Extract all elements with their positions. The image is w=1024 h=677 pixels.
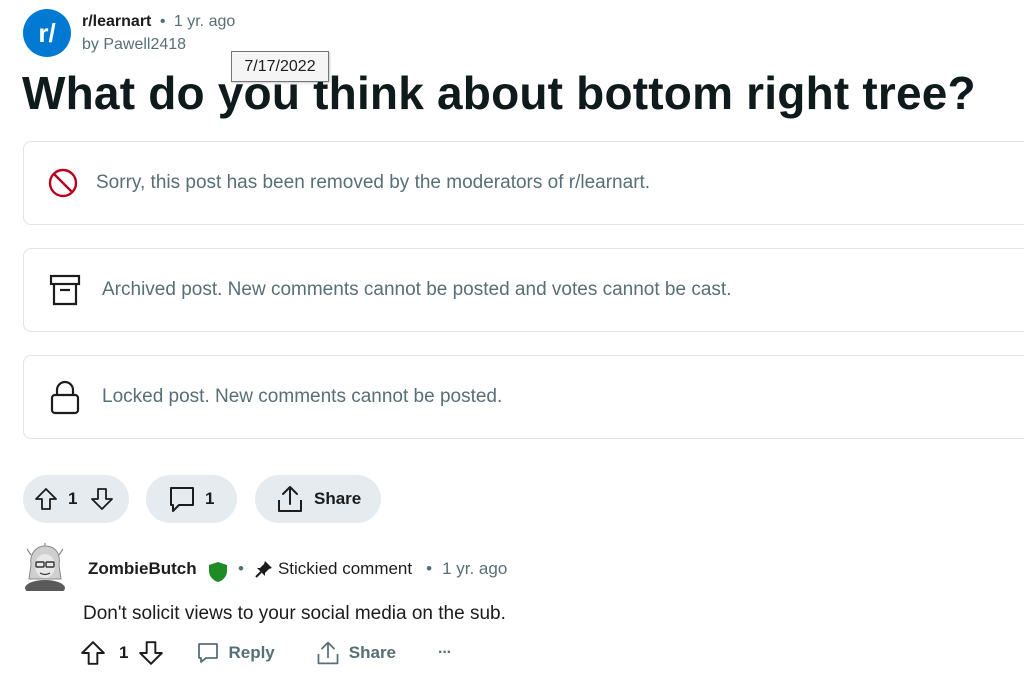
subreddit-avatar[interactable]: r/ bbox=[23, 9, 71, 57]
commenter-avatar[interactable] bbox=[23, 543, 67, 596]
more-options-icon: ··· bbox=[438, 644, 452, 661]
post-meta: r/learnart • 1 yr. ago bbox=[82, 12, 235, 32]
date-tooltip: 7/17/2022 bbox=[231, 51, 329, 82]
reply-button[interactable]: Reply bbox=[196, 641, 275, 665]
share-label: Share bbox=[314, 489, 362, 508]
locked-notice-text: Locked post. New comments cannot be post… bbox=[102, 386, 503, 407]
comment-count: 1 bbox=[205, 489, 215, 508]
locked-notice: Locked post. New comments cannot be post… bbox=[23, 355, 1024, 439]
vote-bar: 1 bbox=[23, 475, 129, 523]
upvote-icon[interactable] bbox=[34, 487, 58, 511]
subreddit-link[interactable]: r/learnart bbox=[82, 13, 151, 30]
post-age[interactable]: 1 yr. ago bbox=[174, 13, 235, 30]
removed-notice: Sorry, this post has been removed by the… bbox=[23, 141, 1024, 225]
comment-body: Don't solicit views to your social media… bbox=[83, 603, 506, 624]
comment-actions: 1 Reply Share ··· bbox=[80, 637, 452, 669]
comment-meta-separator: • bbox=[426, 559, 433, 578]
archived-notice-text: Archived post. New comments cannot be po… bbox=[102, 279, 732, 300]
comment-age[interactable]: 1 yr. ago bbox=[442, 559, 507, 579]
archive-icon bbox=[48, 273, 82, 307]
subreddit-avatar-text: r/ bbox=[38, 17, 56, 48]
comments-button[interactable]: 1 bbox=[146, 475, 237, 523]
removed-notice-text: Sorry, this post has been removed by the… bbox=[96, 172, 651, 193]
stickied-label: Stickied comment bbox=[277, 559, 413, 578]
share-button[interactable]: Share bbox=[255, 475, 381, 523]
lock-icon bbox=[48, 380, 82, 415]
reply-icon bbox=[196, 641, 220, 665]
archived-notice: Archived post. New comments cannot be po… bbox=[23, 248, 1024, 332]
prohibited-icon bbox=[46, 166, 80, 200]
comment-share-icon bbox=[315, 640, 341, 666]
comment-meta-separator: • bbox=[238, 559, 244, 578]
comment-author[interactable]: ZombieButch bbox=[88, 559, 197, 579]
comment-meta: • Stickied comment • 1 yr. ago bbox=[238, 559, 507, 579]
comment-vote-count: 1 bbox=[119, 643, 129, 662]
moderator-shield-icon bbox=[207, 561, 229, 588]
comment-share-button[interactable]: Share bbox=[315, 640, 396, 666]
share-icon bbox=[275, 484, 305, 514]
pin-icon bbox=[254, 559, 274, 579]
post-title: What do you think about bottom right tre… bbox=[22, 67, 976, 119]
comment-share-label: Share bbox=[348, 643, 397, 662]
reply-label: Reply bbox=[228, 643, 275, 662]
more-options-button[interactable]: ··· bbox=[438, 644, 452, 662]
vote-count: 1 bbox=[68, 489, 78, 508]
meta-separator: • bbox=[159, 13, 166, 30]
comment-downvote-icon[interactable] bbox=[138, 640, 164, 666]
post-author[interactable]: by Pawell2418 bbox=[82, 36, 186, 54]
comment-upvote-icon[interactable] bbox=[80, 640, 106, 666]
comment-icon bbox=[167, 484, 197, 514]
downvote-icon[interactable] bbox=[90, 487, 114, 511]
